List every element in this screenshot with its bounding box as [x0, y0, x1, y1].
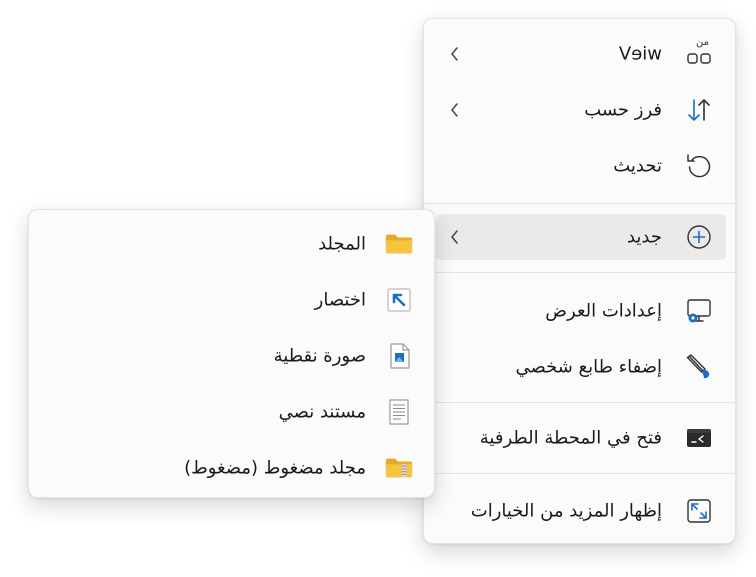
menu-item-show-more-options-label: إظهار المزيد من الخيارات: [470, 500, 662, 522]
sort-arrows-icon: [684, 95, 714, 125]
menu-item-open-terminal[interactable]: فتح في المحطة الطرفية: [436, 415, 726, 461]
new-submenu: المجلد اختصار صورة نقطية مستند نصي مجلد …: [28, 209, 435, 498]
text-document-icon: [384, 397, 414, 427]
folder-icon: [384, 229, 414, 259]
desktop-context-menu: Vɘiw من فرز حسب تحديث جديد إعدادات العرض…: [423, 18, 737, 544]
menu-item-personalize-label: إضفاء طابع شخصي: [515, 356, 663, 378]
submenu-item-folder[interactable]: المجلد: [39, 221, 426, 267]
menu-item-display-settings-label: إعدادات العرض: [545, 300, 662, 322]
chevron-left-icon: [451, 103, 458, 117]
menu-item-sort-by[interactable]: فرز حسب: [436, 87, 726, 133]
bitmap-image-icon: [384, 341, 414, 371]
shortcut-icon: [384, 285, 414, 315]
menu-item-new[interactable]: جديد: [436, 214, 726, 260]
display-settings-icon: [684, 296, 714, 326]
menu-item-new-label: جديد: [626, 226, 662, 248]
menu-item-open-terminal-label: فتح في المحطة الطرفية: [479, 427, 662, 449]
menu-item-show-more-options[interactable]: إظهار المزيد من الخيارات: [436, 488, 726, 534]
terminal-icon: [684, 423, 714, 453]
menu-item-sort-by-label: فرز حسب: [584, 99, 662, 121]
submenu-item-compressed-folder-label: مجلد مضغوط (مضغوط): [184, 457, 366, 479]
menu-item-refresh[interactable]: تحديث: [436, 143, 726, 189]
menu-separator: [424, 203, 737, 204]
chevron-left-icon: [451, 47, 458, 61]
menu-item-view-label: Vɘiw: [618, 43, 662, 65]
submenu-item-text-document-label: مستند نصي: [278, 401, 366, 423]
submenu-item-folder-label: المجلد: [318, 233, 366, 255]
submenu-item-bitmap-image[interactable]: صورة نقطية: [39, 333, 426, 379]
menu-item-refresh-label: تحديث: [613, 155, 662, 177]
refresh-icon: [684, 151, 714, 181]
personalize-brush-icon: [684, 352, 714, 382]
zip-folder-icon: [384, 453, 414, 483]
submenu-item-compressed-folder[interactable]: مجلد مضغوط (مضغوط): [39, 445, 426, 491]
submenu-item-shortcut-label: اختصار: [314, 289, 366, 311]
menu-separator: [424, 402, 737, 403]
menu-item-display-settings[interactable]: إعدادات العرض: [436, 288, 726, 334]
menu-separator: [424, 473, 737, 474]
menu-item-view[interactable]: Vɘiw من: [436, 31, 726, 77]
expand-options-icon: [684, 496, 714, 526]
menu-item-personalize[interactable]: إضفاء طابع شخصي: [436, 344, 726, 390]
grid-view-icon: من: [684, 37, 714, 69]
submenu-item-shortcut[interactable]: اختصار: [39, 277, 426, 323]
view-icon-overlay-text: من: [696, 37, 709, 48]
menu-separator: [424, 272, 737, 273]
chevron-left-icon: [451, 230, 458, 244]
submenu-item-text-document[interactable]: مستند نصي: [39, 389, 426, 435]
submenu-item-bitmap-image-label: صورة نقطية: [273, 345, 366, 367]
new-plus-circle-icon: [684, 222, 714, 252]
